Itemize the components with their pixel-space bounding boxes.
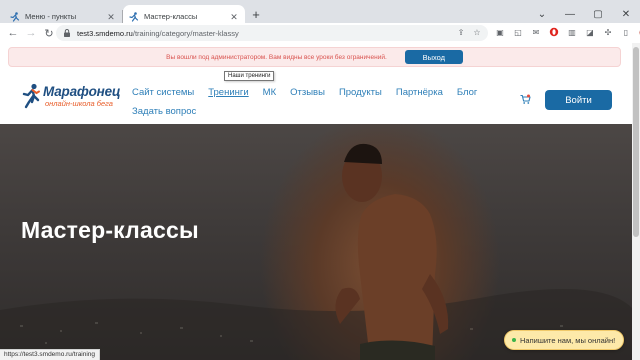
page-scrollbar[interactable]: [632, 43, 640, 360]
address-bar[interactable]: test3.smdemo.ru/training/category/master…: [56, 25, 488, 41]
hero-banner: Мастер-классы Напишите нам, мы онлайн!: [0, 124, 632, 360]
url-text: test3.smdemo.ru/training/category/master…: [77, 29, 239, 38]
nav-item-trainings[interactable]: Тренинги: [208, 87, 248, 98]
bookmark-star-icon[interactable]: ☆: [472, 28, 482, 38]
site-header: Марафонец онлайн-школа бега Сайт системы…: [0, 72, 632, 124]
side-panel-icon[interactable]: ▯: [620, 26, 632, 38]
close-icon[interactable]: ✕: [229, 12, 239, 22]
online-status-icon: [512, 338, 516, 342]
chat-widget-label: Напишите нам, мы онлайн!: [520, 335, 616, 345]
scrollbar-thumb[interactable]: [633, 47, 639, 237]
admin-notice-text: Вы вошли под администратором. Вам видны …: [166, 53, 387, 61]
close-icon[interactable]: ✕: [106, 12, 116, 22]
nav-item-system-site[interactable]: Сайт системы: [132, 87, 194, 98]
share-icon[interactable]: ⇪: [456, 28, 466, 38]
extension-2-icon[interactable]: ◱: [512, 26, 524, 38]
logout-button[interactable]: Выход: [404, 50, 463, 64]
new-tab-button[interactable]: +: [249, 8, 263, 22]
omnibox-actions: ⇪ ☆: [456, 28, 482, 38]
extensions-area: ▣ ◱ ✉ ▥ ◪ ✣ ▯ ⋮: [494, 26, 640, 38]
nav-item-blog[interactable]: Блог: [457, 87, 478, 98]
page-title: Мастер-классы: [21, 217, 199, 243]
runner-icon: [129, 11, 139, 22]
page-viewport: Вы вошли под администратором. Вам видны …: [0, 43, 632, 360]
logo-subtitle: онлайн-школа бега: [45, 98, 113, 108]
lock-icon: [64, 29, 70, 37]
browser-toolbar: ← → ↻ test3.smdemo.ru/training/category/…: [0, 23, 640, 43]
hero-runner-photo: [335, 143, 449, 360]
nav-item-ask-question[interactable]: Задать вопрос: [132, 106, 196, 117]
status-bar-url: https://test3.smdemo.ru/training: [0, 349, 101, 360]
url-path: /training/category/master-klassy: [132, 28, 239, 38]
tab-title: Меню - пункты: [25, 12, 77, 21]
extension-3-icon[interactable]: ✉: [530, 26, 542, 38]
extensions-puzzle-icon[interactable]: ✣: [602, 26, 614, 38]
extension-opera-icon[interactable]: [548, 26, 560, 38]
extension-1-icon[interactable]: ▣: [494, 26, 506, 38]
cart-icon[interactable]: [520, 94, 531, 105]
nav-item-partners[interactable]: Партнёрка: [396, 87, 443, 98]
nav-tooltip: Наши тренинги: [224, 71, 275, 81]
extension-4-icon[interactable]: ▥: [566, 26, 578, 38]
admin-notice: Вы вошли под администратором. Вам видны …: [8, 47, 621, 67]
nav-item-products[interactable]: Продукты: [339, 87, 382, 98]
forward-button[interactable]: →: [22, 24, 40, 42]
tab-title: Мастер-классы: [144, 12, 198, 21]
extension-5-icon[interactable]: ◪: [584, 26, 596, 38]
logo-name: Марафонец: [43, 83, 121, 99]
site-logo[interactable]: Марафонец онлайн-школа бега: [21, 83, 121, 109]
runner-icon: [10, 11, 20, 22]
nav-item-mk[interactable]: МК: [263, 87, 276, 98]
back-button[interactable]: ←: [4, 24, 22, 42]
url-host: test3.smdemo.ru: [77, 28, 133, 38]
nav-item-reviews[interactable]: Отзывы: [290, 87, 325, 98]
main-nav: Сайт системы Тренинги МК Отзывы Продукты…: [132, 85, 492, 118]
chat-widget-button[interactable]: Напишите нам, мы онлайн!: [504, 330, 625, 350]
runner-icon: [22, 83, 40, 109]
login-button[interactable]: Войти: [545, 90, 612, 110]
